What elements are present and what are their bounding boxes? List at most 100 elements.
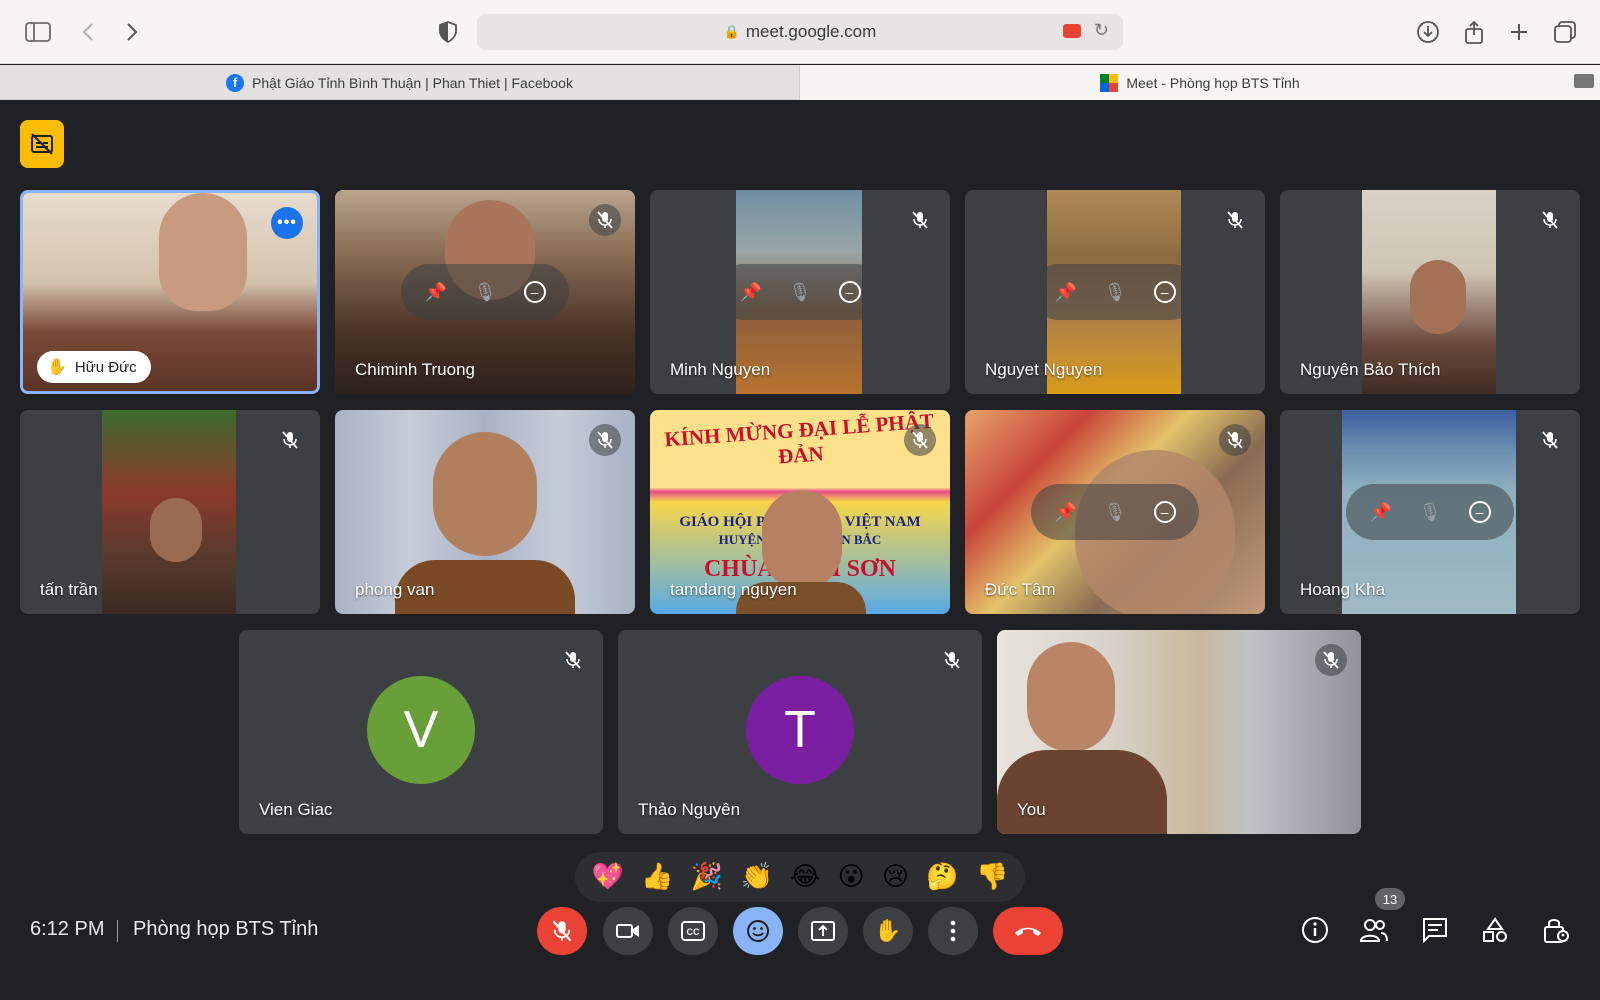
remove-icon[interactable]: – — [523, 281, 546, 303]
present-screen-button[interactable] — [798, 907, 848, 955]
remove-icon[interactable]: – — [1153, 501, 1176, 523]
mute-participant-icon[interactable]: 🎙 — [474, 282, 497, 303]
participant-tile[interactable]: 📌 🎙 – Đức Tâm — [965, 410, 1265, 614]
pin-icon[interactable]: 📌 — [424, 282, 446, 303]
tile-hover-controls: 📌 🎙 – — [1031, 484, 1199, 540]
mute-participant-icon[interactable]: 🎙 — [789, 282, 812, 303]
svg-text:CC: CC — [687, 927, 700, 937]
lock-person-icon — [1544, 919, 1569, 943]
participant-avatar: T — [746, 676, 854, 784]
participant-robe — [997, 750, 1167, 834]
participant-tile[interactable]: 📌 🎙 – Minh Nguyen — [650, 190, 950, 394]
participant-count-badge: 13 — [1375, 888, 1405, 910]
participant-face — [762, 490, 842, 590]
remove-icon[interactable]: – — [838, 281, 861, 303]
reaction-clapping[interactable]: 👏 — [740, 862, 772, 892]
mic-off-indicator — [904, 204, 936, 236]
participant-tile[interactable]: 📌 🎙 – Nguyet Nguyen — [965, 190, 1265, 394]
closed-captions-icon: CC — [681, 921, 705, 941]
tile-hover-controls: 📌 🎙 – — [1031, 264, 1199, 320]
phone-hangup-icon — [1015, 927, 1041, 936]
leave-call-button[interactable] — [993, 907, 1063, 955]
reaction-crying[interactable]: 😢 — [882, 862, 909, 892]
participant-tile[interactable]: T Thảo Nguyên — [618, 630, 982, 834]
mute-participant-icon[interactable]: 🎙 — [1104, 502, 1127, 523]
reaction-party-popper[interactable]: 🎉 — [691, 862, 723, 892]
more-options-button[interactable]: ••• — [271, 207, 303, 239]
new-tab-icon[interactable] — [1503, 16, 1535, 48]
back-icon[interactable] — [72, 16, 104, 48]
mic-off-indicator — [936, 644, 968, 676]
hand-icon: ✋ — [874, 918, 902, 944]
info-icon — [1302, 917, 1328, 943]
pin-icon[interactable]: 📌 — [1054, 282, 1076, 303]
mic-off-indicator — [557, 644, 589, 676]
activities-button[interactable] — [1478, 913, 1512, 947]
participant-tile[interactable]: Nguyên Bảo Thích — [1280, 190, 1580, 394]
forward-icon[interactable] — [116, 16, 148, 48]
reactions-bar: 💖 👍 🎉 👏 😂 😮 😢 🤔 👎 — [575, 852, 1025, 902]
camera-toggle-button[interactable] — [603, 907, 653, 955]
present-icon — [811, 921, 835, 941]
tab-facebook[interactable]: f Phật Giáo Tỉnh Bình Thuận | Phan Thiet… — [0, 65, 800, 100]
privacy-shield-icon[interactable] — [432, 16, 464, 48]
mic-off-icon — [1227, 431, 1243, 449]
mute-participant-icon[interactable]: 🎙 — [1419, 502, 1442, 523]
mic-off-icon — [1542, 211, 1558, 229]
pin-icon[interactable]: 📌 — [1054, 502, 1076, 523]
more-options-button[interactable] — [928, 907, 978, 955]
host-controls-button[interactable] — [1539, 913, 1573, 947]
raised-hand-badge: ✋ Hữu Đức — [37, 351, 151, 383]
captions-off-badge[interactable] — [20, 120, 64, 168]
vertical-dots-icon — [950, 920, 956, 942]
mic-off-icon — [282, 431, 298, 449]
camera-in-use-icon[interactable] — [1063, 24, 1081, 38]
participants-button[interactable] — [1357, 913, 1391, 947]
participant-tile[interactable]: 📌 🎙 – Hoang Kha — [1280, 410, 1580, 614]
tab-overview-icon[interactable] — [1549, 16, 1581, 48]
raise-hand-button[interactable]: ✋ — [863, 907, 913, 955]
address-bar[interactable]: 🔒 meet.google.com ↻ — [477, 14, 1123, 50]
participant-name: Hoang Kha — [1300, 580, 1386, 599]
reactions-button[interactable] — [733, 907, 783, 955]
participant-name: tấn trần — [40, 580, 98, 599]
mute-participant-icon[interactable]: 🎙 — [1104, 282, 1127, 303]
tab-bar: f Phật Giáo Tỉnh Bình Thuận | Phan Thiet… — [0, 65, 1600, 100]
participant-tile[interactable]: KÍNH MỪNG ĐẠI LỄ PHẬT ĐẢN GIÁO HỘI PHẬT … — [650, 410, 950, 614]
share-icon[interactable] — [1458, 16, 1490, 48]
chat-button[interactable] — [1418, 913, 1452, 947]
participant-tile[interactable]: phong van — [335, 410, 635, 614]
participant-tile[interactable]: ••• ✋ Hữu Đức — [20, 190, 320, 394]
sidebar-toggle-icon[interactable] — [22, 16, 54, 48]
remove-icon[interactable]: – — [1153, 281, 1176, 303]
reaction-thumbs-down[interactable]: 👎 — [976, 862, 1008, 892]
microphone-toggle-button[interactable] — [537, 907, 587, 955]
downloads-icon[interactable] — [1412, 16, 1444, 48]
reaction-thumbs-up[interactable]: 👍 — [641, 862, 673, 892]
captions-button[interactable]: CC — [668, 907, 718, 955]
reaction-surprised[interactable]: 😮 — [838, 862, 865, 892]
reaction-thinking[interactable]: 🤔 — [926, 862, 958, 892]
reload-icon[interactable]: ↻ — [1094, 20, 1109, 41]
participant-tile[interactable]: V Vien Giac — [239, 630, 603, 834]
mic-off-indicator — [1219, 424, 1251, 456]
reaction-sparkling-heart[interactable]: 💖 — [592, 862, 624, 892]
mic-off-indicator — [589, 424, 621, 456]
participant-tile[interactable]: You — [997, 630, 1361, 834]
mic-off-indicator — [589, 204, 621, 236]
mic-off-indicator — [1219, 204, 1251, 236]
tab-meet[interactable]: Meet - Phòng họp BTS Tỉnh — [800, 65, 1600, 100]
participant-tile[interactable]: 📌 🎙 – Chiminh Truong — [335, 190, 635, 394]
remove-icon[interactable]: – — [1468, 501, 1491, 523]
closed-captions-off-icon — [31, 133, 53, 155]
meeting-details-button[interactable] — [1298, 913, 1332, 947]
pin-icon[interactable]: 📌 — [1369, 502, 1391, 523]
mic-off-indicator — [904, 424, 936, 456]
reaction-laughing[interactable]: 😂 — [790, 862, 820, 892]
pin-icon[interactable]: 📌 — [739, 282, 761, 303]
participant-name: Chiminh Truong — [355, 360, 476, 379]
mic-off-icon — [597, 211, 613, 229]
participant-tile[interactable]: tấn trần — [20, 410, 320, 614]
mic-off-indicator — [1315, 644, 1347, 676]
participant-face — [1410, 260, 1466, 334]
